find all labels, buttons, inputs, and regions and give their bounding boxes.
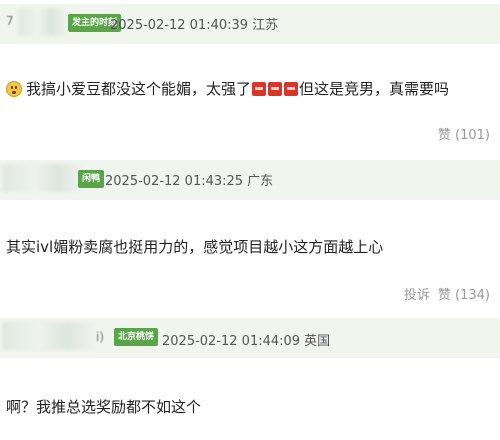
timestamp: 2025-02-12 01:44:09 xyxy=(162,334,301,349)
comment-text: 啊？我推总选奖励都不如这个 xyxy=(6,398,202,416)
user-badge: 北京桃饼 xyxy=(114,328,159,346)
username-blurred[interactable] xyxy=(2,322,94,350)
comment-meta: 2025-02-12 01:44:09 英国 xyxy=(162,330,330,349)
comment-3: i) 北京桃饼 2025-02-12 01:44:09 英国 啊？我推总选奖励都不… xyxy=(0,0,500,440)
username-suffix: i) xyxy=(96,330,105,344)
location: 英国 xyxy=(304,334,331,349)
